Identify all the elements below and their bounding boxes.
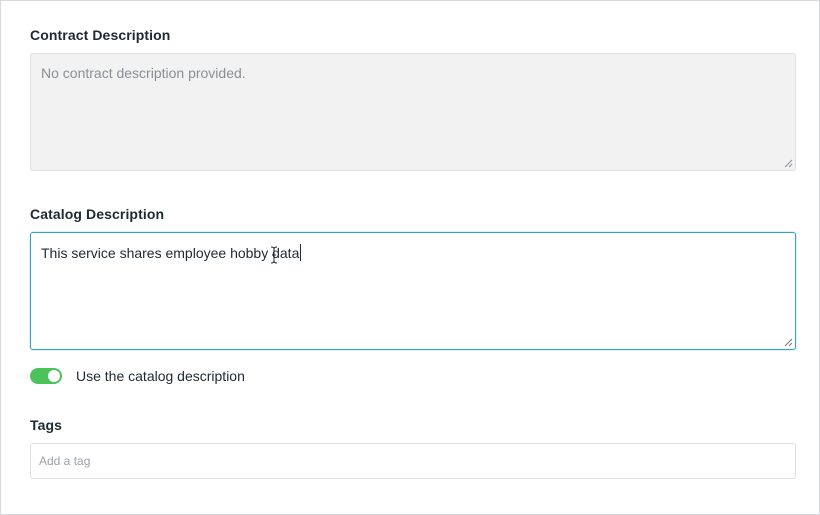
add-tag-input[interactable] <box>30 443 796 479</box>
tags-label: Tags <box>30 417 63 433</box>
resize-grip-icon[interactable] <box>784 159 793 168</box>
use-catalog-label: Use the catalog description <box>76 368 245 384</box>
catalog-description-label: Catalog Description <box>30 206 165 222</box>
i-beam-cursor-icon <box>270 246 278 264</box>
contract-description-label: Contract Description <box>30 27 171 43</box>
use-catalog-toggle[interactable] <box>30 368 62 384</box>
toggle-knob <box>48 370 60 382</box>
description-panel: Contract Description No contract descrip… <box>0 0 820 515</box>
catalog-description-text: This service shares employee hobby data <box>41 245 300 261</box>
text-caret <box>300 244 302 261</box>
contract-description-field: No contract description provided. <box>30 53 796 171</box>
contract-description-text: No contract description provided. <box>41 65 246 81</box>
use-catalog-toggle-row: Use the catalog description <box>30 366 245 386</box>
catalog-description-field[interactable]: This service shares employee hobby data <box>30 232 796 350</box>
resize-grip-icon[interactable] <box>784 338 793 347</box>
